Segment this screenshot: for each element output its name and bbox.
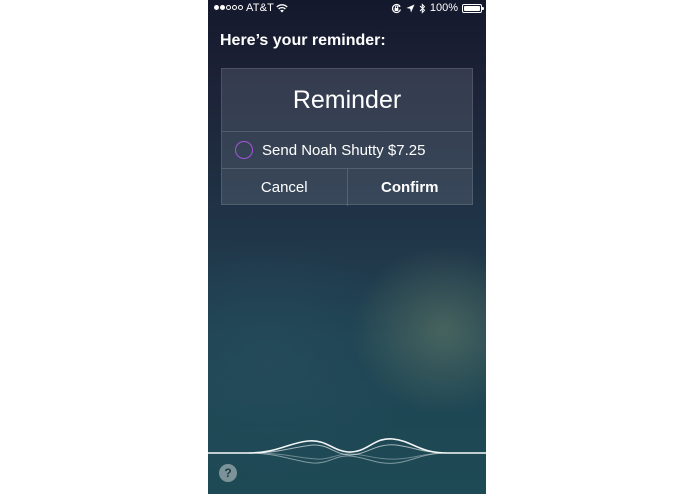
signal-strength-icon [214,5,243,10]
carrier-name: AT&T [246,2,275,14]
reminder-item-text: Send Noah Shutty $7.25 [262,141,426,159]
wifi-icon [276,4,288,13]
bluetooth-icon [419,2,426,14]
reminder-card: Reminder Send Noah Shutty $7.25 Cancel C… [221,68,473,206]
siri-prompt: Here’s your reminder: [220,32,386,49]
reminder-card-title: Reminder [222,69,472,132]
status-bar: AT&T 100% [208,0,486,18]
siri-screen: AT&T 100% Here’s your reminder: Reminder… [208,0,486,494]
status-right: 100% [391,2,484,14]
reminder-actions: Cancel Confirm [222,169,472,206]
siri-waveform-icon[interactable] [208,425,486,475]
location-arrow-icon [406,4,415,12]
reminder-item[interactable]: Send Noah Shutty $7.25 [222,132,472,169]
battery-icon [462,3,484,13]
battery-percentage: 100% [429,2,458,14]
help-icon[interactable]: ? [219,464,237,482]
confirm-button[interactable]: Confirm [348,169,473,206]
cancel-button[interactable]: Cancel [222,169,348,206]
orientation-lock-icon [391,3,401,13]
reminder-checkbox[interactable] [235,141,253,159]
